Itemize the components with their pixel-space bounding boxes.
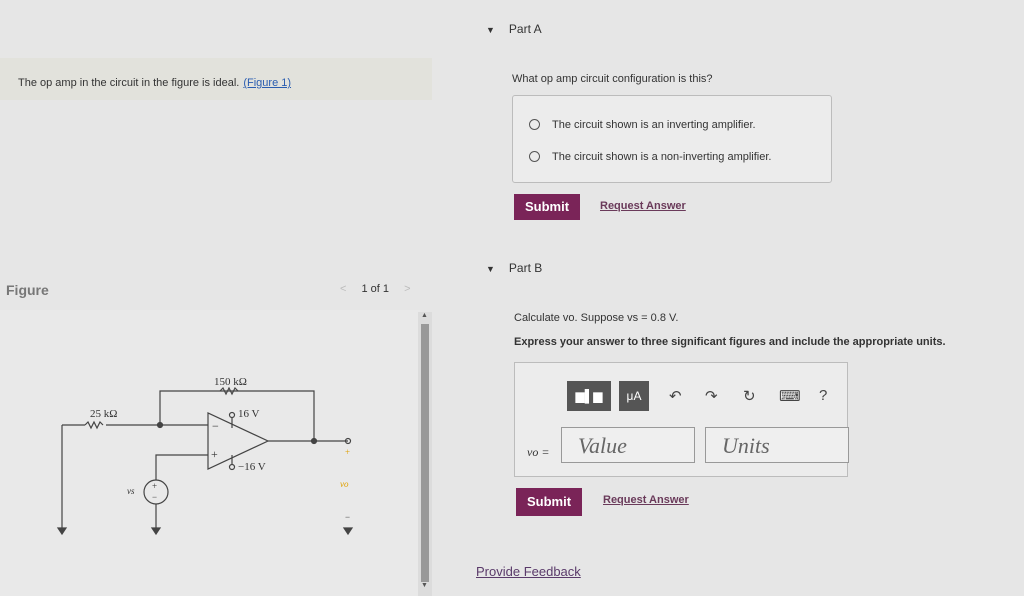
next-figure-button[interactable]: > (404, 283, 410, 295)
part-b-question: Calculate vo. Suppose vs = 0.8 V. (514, 312, 679, 324)
part-a-options: The circuit shown is an inverting amplif… (512, 95, 832, 183)
part-a-request-answer-link[interactable]: Request Answer (600, 200, 686, 212)
source-minus: − (152, 492, 157, 502)
ground-icon (56, 527, 68, 536)
part-b-instructions: Express your answer to three significant… (514, 336, 946, 348)
scroll-thumb[interactable] (421, 324, 429, 582)
figure-pager: < 1 of 1 > (340, 283, 411, 295)
option-label: The circuit shown is an inverting amplif… (552, 119, 756, 131)
figure-title: Figure (6, 282, 49, 298)
undo-icon[interactable]: ↶ (669, 387, 682, 405)
radio-icon[interactable] (529, 118, 540, 130)
answer-label: vo = (527, 445, 550, 459)
circuit-diagram: 150 kΩ 25 kΩ − + 16 V −16 V + − vs + vo … (56, 376, 354, 536)
figure-link[interactable]: (Figure 1) (243, 77, 291, 89)
reset-icon[interactable]: ↻ (743, 387, 756, 405)
vneg-terminal (228, 463, 236, 471)
figure-scrollbar[interactable]: ▲ ▼ (418, 312, 432, 596)
part-b-submit-button[interactable]: Submit (516, 488, 582, 516)
vneg-label: −16 V (238, 461, 266, 473)
problem-text: The op amp in the circuit in the figure … (18, 77, 291, 89)
output-plus: + (345, 447, 350, 457)
scroll-down-icon[interactable]: ▼ (421, 582, 428, 589)
provide-feedback-link[interactable]: Provide Feedback (476, 564, 581, 579)
figure-page-indicator: 1 of 1 (361, 283, 390, 295)
answer-box: ▆▌▆ μA ↶ ↷ ↻ ⌨ ? vo = Value Units (514, 362, 849, 477)
output-minus: − (345, 512, 350, 522)
part-a-submit-button[interactable]: Submit (514, 194, 580, 220)
part-b-request-answer-link[interactable]: Request Answer (603, 494, 689, 506)
feedback-wire (159, 390, 315, 440)
part-a-question: What op amp circuit configuration is thi… (512, 73, 713, 85)
problem-prompt: The op amp in the circuit in the figure … (18, 77, 240, 89)
feedback-resistor-label: 150 kΩ (214, 376, 247, 388)
part-b-title: Part B (508, 261, 543, 275)
option-label: The circuit shown is a non-inverting amp… (552, 151, 772, 163)
source-label: vs (127, 486, 135, 496)
scroll-up-icon[interactable]: ▲ (421, 312, 428, 319)
vpos-terminal (228, 411, 236, 419)
part-a-header[interactable]: ▼ Part A (486, 22, 542, 36)
output-label: vo (340, 479, 349, 489)
op-amp-noninverting-input: + (211, 447, 218, 461)
help-icon[interactable]: ? (819, 387, 827, 404)
units-input[interactable]: Units (705, 427, 849, 463)
op-amp-inverting-input: − (212, 419, 219, 433)
option-inverting[interactable]: The circuit shown is an inverting amplif… (529, 118, 756, 131)
value-input[interactable]: Value (561, 427, 695, 463)
source-plus: + (152, 481, 157, 491)
input-resistor (84, 420, 104, 430)
problem-statement: The op amp in the circuit in the figure … (0, 58, 432, 100)
keyboard-icon[interactable]: ⌨ (779, 387, 801, 405)
option-non-inverting[interactable]: The circuit shown is a non-inverting amp… (529, 150, 772, 163)
collapse-icon[interactable]: ▼ (486, 25, 495, 35)
noninv-wire (155, 454, 208, 480)
input-resistor-label: 25 kΩ (90, 408, 117, 420)
collapse-icon[interactable]: ▼ (486, 264, 495, 274)
feedback-node (156, 421, 164, 429)
fraction-template-icon[interactable]: ▆▌▆ (567, 381, 611, 411)
part-b-header[interactable]: ▼ Part B (486, 261, 542, 275)
units-button[interactable]: μA (619, 381, 649, 411)
prev-figure-button[interactable]: < (340, 283, 346, 295)
redo-icon[interactable]: ↷ (705, 387, 718, 405)
radio-icon[interactable] (529, 150, 540, 162)
vpos-label: 16 V (238, 408, 260, 420)
part-a-title: Part A (508, 22, 542, 36)
